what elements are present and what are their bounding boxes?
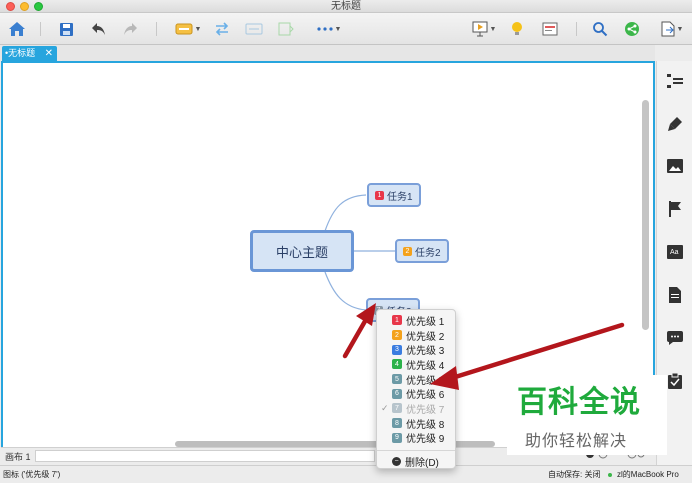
insert-topic-icon[interactable]: ▼ [172,18,204,40]
home-icon[interactable] [6,18,28,40]
status-bar: 图标 ('优先级 7') 自动保存: 关闭 zl的MacBook Pro [0,465,692,483]
menu-item-label: 优先级 6 [406,390,445,402]
menu-item-priority-8[interactable]: 8 优先级 8 [377,416,455,431]
priority-4-icon: 4 [392,359,402,370]
priority-2-icon: 2 [392,330,402,341]
share-icon[interactable] [622,18,642,40]
save-icon[interactable] [56,18,76,40]
menu-item-priority-3[interactable]: 3 优先级 3 [377,342,455,357]
tab-close-icon[interactable]: ✕ [45,46,53,61]
device-name: zl的MacBook Pro [617,470,679,479]
idea-icon[interactable] [508,18,526,40]
watermark-subtitle: 助你轻松解决 [525,433,628,450]
outline-icon[interactable] [540,18,560,40]
svg-text:Aa: Aa [670,249,679,256]
tab-untitled[interactable]: •无标题 ✕ [2,46,57,61]
more-icon[interactable]: ▼ [312,18,346,40]
window-title: 无标题 [331,1,361,12]
menu-item-label: 优先级 9 [406,434,445,446]
menu-item-priority-6[interactable]: 6 优先级 6 [377,386,455,401]
checkmark-icon: ✓ [381,402,389,413]
watermark-title: 百科全说 [517,386,641,419]
vertical-scrollbar[interactable] [642,100,649,330]
priority-3-icon: 3 [392,344,402,355]
menu-item-delete[interactable]: − 删除(D) [377,454,455,469]
menu-item-label: 优先级 3 [406,346,445,358]
menu-item-label: 优先级 8 [406,419,445,431]
central-topic[interactable]: 中心主题 [250,230,354,272]
menu-item-label: 优先级 4 [406,360,445,372]
menu-item-label: 优先级 5 [406,375,445,387]
presentation-icon[interactable]: ▼ [468,18,500,40]
menu-item-priority-7[interactable]: ✓ 7 优先级 7 [377,401,455,416]
watermark-logo: 百科全说 助你轻松解决 [507,375,667,455]
priority-2-icon[interactable]: 2 [403,246,412,256]
menu-item-priority-5[interactable]: 5 优先级 5 [377,372,455,387]
app-window: 无标题 ▼ ▼ ▼ ▼ •无标题 ✕ 中心主题 1 任务1 2 任务2 画布 1… [0,0,692,483]
style-brush-icon[interactable] [667,116,683,132]
redo-icon[interactable] [120,18,140,40]
subtopic-label: 任务2 [415,247,441,259]
online-dot-icon [608,473,612,477]
search-icon[interactable] [590,18,610,40]
priority-5-icon: 5 [392,374,402,385]
menu-item-priority-2[interactable]: 2 优先级 2 [377,328,455,343]
subtopic-task-1[interactable]: 1 任务1 [367,183,421,207]
autosave-status[interactable]: 自动保存: 关闭 [548,466,600,483]
priority-6-icon: 6 [392,388,402,399]
toolbar: ▼ ▼ ▼ ▼ [0,13,692,45]
text-format-icon[interactable]: Aa [667,244,683,260]
priority-1-icon: 1 [392,315,402,326]
subtopic-task-2[interactable]: 2 任务2 [395,239,449,263]
comment-icon[interactable] [667,330,683,346]
relationship-icon[interactable] [212,18,232,40]
outline-panel-icon[interactable] [667,73,683,89]
menu-item-priority-1[interactable]: 1 优先级 1 [377,313,455,328]
priority-context-menu: 1 优先级 1 2 优先级 2 3 优先级 3 4 优先级 4 5 优先级 5 … [376,309,456,469]
tab-label: •无标题 [5,48,36,58]
remove-icon: − [392,457,401,467]
menu-separator [377,450,455,452]
menu-item-priority-4[interactable]: 4 优先级 4 [377,357,455,372]
priority-1-icon[interactable]: 1 [375,190,384,200]
image-icon[interactable] [667,158,683,174]
menu-item-label: 优先级 1 [406,316,445,328]
marker-flag-icon[interactable] [667,201,683,217]
sheet-tab[interactable]: 画布 1 [5,450,31,463]
notes-icon[interactable] [667,287,683,303]
sheet-name-field[interactable] [35,450,375,462]
document-tab-bar: •无标题 ✕ [0,45,655,61]
title-bar: 无标题 [0,0,692,13]
task-clipboard-icon[interactable] [667,373,683,389]
menu-item-label: 优先级 7 [406,404,445,416]
menu-item-label: 删除(D) [405,458,439,470]
summary-icon[interactable] [244,18,264,40]
status-message: 图标 ('优先级 7') [3,470,61,479]
export-icon[interactable]: ▼ [656,18,688,40]
menu-item-label: 优先级 2 [406,331,445,343]
priority-7-icon: 7 [392,403,402,414]
subtopic-label: 任务1 [387,191,413,203]
priority-8-icon: 8 [392,418,402,429]
boundary-icon[interactable] [276,18,296,40]
menu-item-priority-9[interactable]: 9 优先级 9 [377,431,455,446]
priority-9-icon: 9 [392,432,402,443]
undo-icon[interactable] [88,18,108,40]
